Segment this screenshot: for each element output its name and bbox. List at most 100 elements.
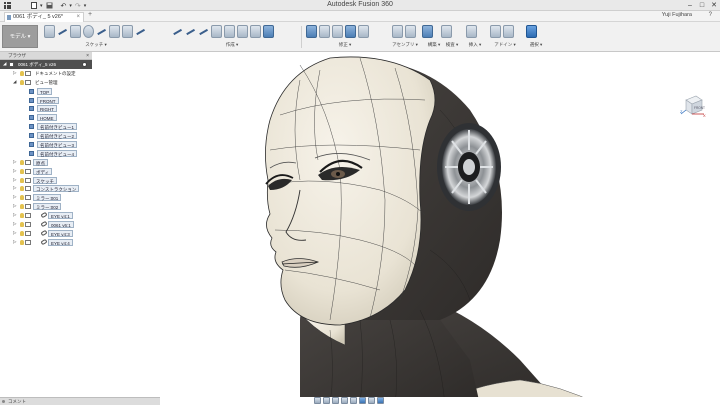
lightbulb-icon[interactable] xyxy=(20,186,24,192)
expand-arrow-icon[interactable]: ▷ xyxy=(13,184,16,193)
expand-arrow-icon[interactable]: ▷ xyxy=(13,193,16,202)
help-icon[interactable]: ? xyxy=(709,12,712,18)
modify-group[interactable]: 修正 ▾ xyxy=(306,25,384,50)
insert-image-icon[interactable] xyxy=(466,25,477,38)
view-cube[interactable]: FRONT X Z xyxy=(680,92,706,118)
minimize-button[interactable]: – xyxy=(684,0,696,11)
comments-panel[interactable]: コメント xyxy=(0,397,160,405)
lightbulb-icon[interactable] xyxy=(20,159,24,165)
browser-item[interactable]: ▷ EYE v4:1 xyxy=(0,211,92,220)
browser-item[interactable]: ▷ ミラー:001 xyxy=(0,193,92,202)
orbit-icon[interactable] xyxy=(314,396,321,404)
as-built-joint-icon[interactable] xyxy=(405,25,416,38)
arc-icon[interactable] xyxy=(96,25,107,38)
create-group[interactable]: 作成 ▾ xyxy=(172,25,292,50)
measure-icon[interactable] xyxy=(441,25,452,38)
new-tab-icon[interactable]: + xyxy=(88,11,92,18)
browser-item[interactable]: ▷ スケッチ xyxy=(0,176,92,185)
line-icon[interactable] xyxy=(57,25,68,38)
assemble-group[interactable]: アセンブリ ▾ xyxy=(392,25,418,50)
expand-arrow-icon[interactable]: ▷ xyxy=(13,69,16,78)
maximize-button[interactable]: □ xyxy=(696,0,708,11)
lightbulb-icon[interactable] xyxy=(20,213,24,219)
combine-icon[interactable] xyxy=(358,25,369,38)
lightbulb-icon[interactable] xyxy=(20,177,24,183)
look-at-icon[interactable] xyxy=(323,396,330,404)
zoom-icon[interactable] xyxy=(341,396,348,404)
offset-plane-icon[interactable] xyxy=(422,25,433,38)
expand-arrow-icon[interactable]: ▷ xyxy=(13,229,16,238)
expand-arrow-icon[interactable]: ◢ xyxy=(13,78,16,87)
radio-icon[interactable] xyxy=(82,61,87,67)
browser-item[interactable]: HOME xyxy=(0,113,92,122)
workspace-switcher[interactable]: モデル ▾ xyxy=(2,25,38,48)
browser-root-item[interactable]: ◢ 0061 ボディ_5 v26 xyxy=(0,60,92,69)
browser-item[interactable]: 名前付きビュー2 xyxy=(0,131,92,140)
fillet-icon[interactable] xyxy=(319,25,330,38)
expand-arrow-icon[interactable]: ▷ xyxy=(13,211,16,220)
browser-item[interactable]: RIGHT xyxy=(0,104,92,113)
browser-item[interactable]: ▷ ボディ xyxy=(0,167,92,176)
spline-icon[interactable] xyxy=(135,25,146,38)
visibility-icon[interactable] xyxy=(9,62,14,67)
browser-item[interactable]: ▷ EYE v4:3 xyxy=(0,229,92,238)
browser-item[interactable]: 名前付きビュー1 xyxy=(0,122,92,131)
display-settings-icon[interactable] xyxy=(359,396,366,404)
polygon-icon[interactable] xyxy=(109,25,120,38)
create-sketch-icon[interactable] xyxy=(44,25,55,38)
viewports-icon[interactable] xyxy=(377,396,384,404)
extrude-icon[interactable] xyxy=(224,25,235,38)
rectangle-icon[interactable] xyxy=(70,25,81,38)
addins-group[interactable]: アドイン ▾ xyxy=(490,25,520,50)
pan-icon[interactable] xyxy=(332,396,339,404)
sweep-icon[interactable] xyxy=(250,25,261,38)
joint-icon[interactable] xyxy=(392,25,403,38)
revolve-icon[interactable] xyxy=(237,25,248,38)
scale-icon[interactable] xyxy=(345,25,356,38)
expand-arrow-icon[interactable]: ▷ xyxy=(13,167,16,176)
sculpt-face-icon[interactable] xyxy=(198,25,209,38)
fit-icon[interactable] xyxy=(350,396,357,404)
lightbulb-icon[interactable] xyxy=(20,79,24,85)
box-icon[interactable] xyxy=(211,25,222,38)
addins-icon[interactable] xyxy=(503,25,514,38)
create-form-icon[interactable] xyxy=(172,25,183,38)
browser-item[interactable]: ▷ EYE v4:4 xyxy=(0,238,92,247)
select-group[interactable]: 選択 ▾ xyxy=(526,25,546,50)
expand-arrow-icon[interactable]: ▷ xyxy=(13,158,16,167)
browser-item[interactable]: TOP xyxy=(0,87,92,96)
sketch-group[interactable]: スケッチ ▾ xyxy=(44,25,148,50)
sculpt-edge-icon[interactable] xyxy=(185,25,196,38)
expand-arrow-icon[interactable]: ▷ xyxy=(13,202,16,211)
mirror-icon[interactable] xyxy=(263,25,274,38)
document-tab[interactable]: 0061 ボディ_ 5 v26* × xyxy=(4,12,84,22)
scripts-icon[interactable] xyxy=(490,25,501,38)
circle-icon[interactable] xyxy=(83,25,94,38)
shell-icon[interactable] xyxy=(332,25,343,38)
press-pull-icon[interactable] xyxy=(306,25,317,38)
browser-item[interactable]: ▷ 原点 xyxy=(0,158,92,167)
grid-snap-icon[interactable] xyxy=(368,396,375,404)
sketch-dimension-icon[interactable] xyxy=(122,25,133,38)
expand-arrow-icon[interactable]: ▷ xyxy=(13,176,16,185)
lightbulb-icon[interactable] xyxy=(20,204,24,210)
close-tab-button[interactable]: × xyxy=(76,13,80,22)
browser-item[interactable]: 名前付きビュー4 xyxy=(0,149,92,158)
browser-item[interactable]: ▷ ドキュメントの設定 xyxy=(0,69,92,78)
lightbulb-icon[interactable] xyxy=(20,230,24,236)
browser-item[interactable]: ▷ 0061 v6:1 xyxy=(0,220,92,229)
browser-header[interactable]: ブラウザ × xyxy=(0,52,92,60)
user-name[interactable]: Yuji Fujihara xyxy=(662,12,692,18)
expand-arrow-icon[interactable]: ▷ xyxy=(13,220,16,229)
inspect-group[interactable]: 検査 ▾ xyxy=(441,25,463,50)
browser-item[interactable]: ▷ ミラー:002 xyxy=(0,202,92,211)
browser-close-icon[interactable]: × xyxy=(86,52,89,60)
close-window-button[interactable]: ✕ xyxy=(708,0,720,11)
3d-viewport[interactable]: FRONT X Z xyxy=(0,52,720,397)
insert-group[interactable]: 挿入 ▾ xyxy=(466,25,484,50)
browser-item[interactable]: ▷ コンストラクション xyxy=(0,184,92,193)
lightbulb-icon[interactable] xyxy=(20,168,24,174)
browser-item[interactable]: 名前付きビュー3 xyxy=(0,140,92,149)
browser-item[interactable]: FRONT xyxy=(0,96,92,105)
select-arrow-icon[interactable] xyxy=(526,25,537,38)
